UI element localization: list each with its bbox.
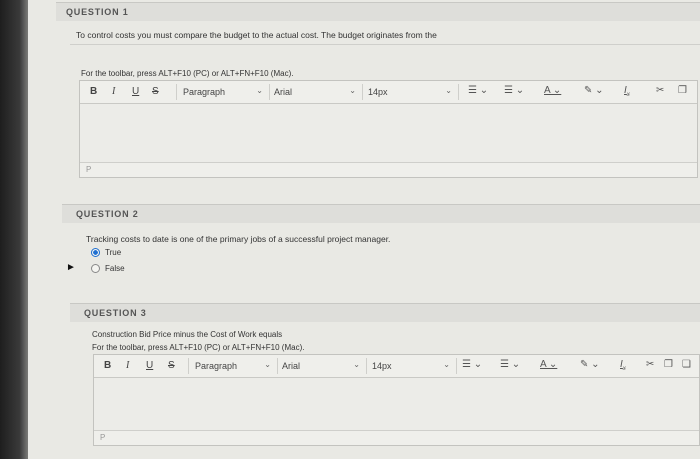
font-size-select-value: 14px <box>368 87 388 97</box>
question-2-prompt: Tracking costs to date is one of the pri… <box>86 234 391 244</box>
option-false[interactable]: False <box>91 264 125 274</box>
unordered-list-icon[interactable]: ☰ ⌄ <box>468 85 488 96</box>
question-1-title: QUESTION 1 <box>66 7 129 17</box>
strikethrough-button[interactable]: S <box>168 360 175 371</box>
ordered-list-icon[interactable]: ☰ ⌄ <box>504 85 524 96</box>
font-size-select[interactable]: 14px ⌄ <box>362 84 459 100</box>
underline-button[interactable]: U <box>132 86 139 97</box>
mouse-pointer-icon: ► <box>66 262 76 273</box>
question-1-toolbar: B I U S Paragraph ⌄ Arial ⌄ 14px ⌄ ☰ ⌄ ☰… <box>80 81 697 104</box>
ordered-list-icon[interactable]: ☰ ⌄ <box>500 359 520 370</box>
question-2-header: QUESTION 2 <box>62 204 700 223</box>
chevron-down-icon: ⌄ <box>353 360 360 369</box>
unordered-list-icon[interactable]: ☰ ⌄ <box>462 359 482 370</box>
question-1-toolbar-hint: For the toolbar, press ALT+F10 (PC) or A… <box>81 69 294 78</box>
font-family-select[interactable]: Arial ⌄ <box>268 84 363 100</box>
question-2-title: QUESTION 2 <box>76 209 139 219</box>
cut-icon[interactable]: ✂ <box>646 359 654 370</box>
chevron-down-icon: ⌄ <box>443 360 450 369</box>
text-color-icon[interactable]: A ⌄ <box>544 85 561 96</box>
cut-icon[interactable]: ✂ <box>656 85 664 96</box>
question-1-divider <box>70 44 700 45</box>
bold-button[interactable]: B <box>104 360 111 371</box>
highlight-icon[interactable]: ✎ ⌄ <box>584 85 604 96</box>
clear-format-icon[interactable]: Ix <box>620 359 626 372</box>
question-1-prompt: To control costs you must compare the bu… <box>76 30 437 40</box>
question-3-prompt: Construction Bid Price minus the Cost of… <box>92 330 283 339</box>
highlight-icon[interactable]: ✎ ⌄ <box>580 359 600 370</box>
option-true-label: True <box>105 248 122 257</box>
underline-button[interactable]: U <box>146 360 153 371</box>
question-3-title: QUESTION 3 <box>84 308 147 318</box>
question-3-toolbar-hint: For the toolbar, press ALT+F10 (PC) or A… <box>92 343 305 352</box>
chevron-down-icon: ⌄ <box>256 86 263 95</box>
radio-false[interactable] <box>91 264 100 274</box>
italic-button[interactable]: I <box>126 360 129 371</box>
paragraph-select[interactable]: Paragraph ⌄ <box>176 84 270 100</box>
chevron-down-icon: ⌄ <box>349 86 356 95</box>
option-true[interactable]: True <box>91 248 122 258</box>
question-1-statusbar: P <box>80 162 697 177</box>
radio-true[interactable] <box>91 248 100 258</box>
left-dark-edge <box>0 0 28 459</box>
question-1-editor[interactable]: B I U S Paragraph ⌄ Arial ⌄ 14px ⌄ ☰ ⌄ ☰… <box>79 80 698 178</box>
text-color-icon[interactable]: A ⌄ <box>540 359 557 370</box>
clear-format-icon[interactable]: Ix <box>624 85 630 98</box>
italic-button[interactable]: I <box>112 86 115 97</box>
font-size-select[interactable]: 14px ⌄ <box>366 358 457 374</box>
question-3-header: QUESTION 3 <box>70 303 700 322</box>
font-family-select-value: Arial <box>282 361 301 371</box>
option-false-label: False <box>105 264 125 273</box>
bold-button[interactable]: B <box>90 86 97 97</box>
copy-icon[interactable]: ❐ <box>664 359 673 370</box>
element-path: P <box>86 165 92 174</box>
element-path: P <box>100 433 106 442</box>
paragraph-select-value: Paragraph <box>195 361 238 371</box>
font-family-select[interactable]: Arial ⌄ <box>276 358 367 374</box>
paragraph-select[interactable]: Paragraph ⌄ <box>188 358 278 374</box>
font-size-select-value: 14px <box>372 361 392 371</box>
paragraph-select-value: Paragraph <box>183 87 226 97</box>
paste-icon[interactable]: ❏ <box>682 359 691 370</box>
question-3-editor[interactable]: B I U S Paragraph ⌄ Arial ⌄ 14px ⌄ ☰ ⌄ ☰… <box>93 354 700 446</box>
chevron-down-icon: ⌄ <box>445 86 452 95</box>
question-1-header: QUESTION 1 <box>56 2 700 21</box>
copy-icon[interactable]: ❐ <box>678 85 687 96</box>
strikethrough-button[interactable]: S <box>152 86 159 97</box>
question-3-toolbar: B I U S Paragraph ⌄ Arial ⌄ 14px ⌄ ☰ ⌄ ☰… <box>94 355 699 378</box>
question-3-statusbar: P <box>94 430 699 445</box>
chevron-down-icon: ⌄ <box>264 360 271 369</box>
font-family-select-value: Arial <box>274 87 293 97</box>
